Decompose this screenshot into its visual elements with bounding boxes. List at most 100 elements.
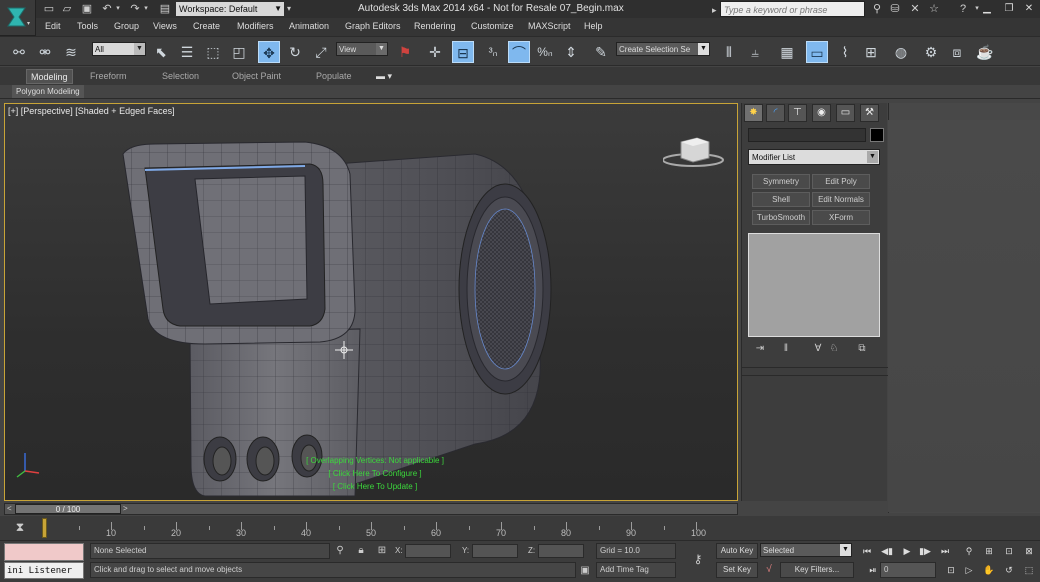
set-key-icon[interactable]: ⚷ [688,552,708,566]
key-filters-button[interactable]: Key Filters... [780,562,854,578]
zoom-all-icon[interactable]: ⊞ [982,544,996,558]
viewport-label[interactable]: [+] [Perspective] [Shaded + Edged Faces] [8,106,175,116]
window-crossing-icon[interactable]: ◰ [228,41,250,63]
default-tangent-icon[interactable]: √ [762,563,776,577]
auto-key-button[interactable]: Auto Key [716,543,758,559]
edit-named-selection-icon[interactable]: ✎ [590,41,612,63]
absolute-mode-icon[interactable]: ⊞ [375,544,389,558]
restore-icon[interactable]: ❐ [1002,2,1016,16]
render-production-icon[interactable]: ☕ [974,41,996,63]
hierarchy-tab-icon[interactable]: ⊤ [788,104,807,122]
symmetry-button[interactable]: Symmetry [752,174,810,189]
percent-snap-icon[interactable]: %ₙ [534,41,556,63]
project-folder-icon[interactable]: ▤ [158,2,172,16]
selection-lock-icon[interactable]: 🔒︎ [354,544,368,558]
maximize-viewport-icon[interactable]: ⬚ [1022,563,1036,577]
prev-frame-arrow-icon[interactable]: < [7,504,12,514]
ribbon-options-icon[interactable]: ▬ ▾ [376,69,392,84]
material-editor-icon[interactable]: ◍ [890,41,912,63]
maxscript-listener-input[interactable] [4,543,84,561]
search-expand-icon[interactable]: ▸ [712,2,717,18]
tab-modeling[interactable]: Modeling [26,69,73,84]
render-setup-icon[interactable]: ⚙ [920,41,942,63]
current-frame-field[interactable]: 0 [880,562,936,578]
y-coordinate-field[interactable] [472,544,518,558]
redo-icon[interactable]: ↷ [128,2,142,16]
schematic-view-icon[interactable]: ⊞ [860,41,882,63]
pivot-center-icon[interactable]: ⚑ [394,41,416,63]
align-icon[interactable]: ⫨ [744,41,766,63]
bind-to-space-warp-icon[interactable]: ≋ [60,41,82,63]
application-button[interactable] [0,0,36,36]
curve-editor-icon[interactable]: ⌇ [834,41,856,63]
selection-filter-dropdown[interactable]: All ▼ [92,42,146,56]
keyboard-shortcut-override-icon[interactable]: ⊟ [452,41,474,63]
key-mode-icon[interactable]: ⏯ [866,563,880,577]
select-and-rotate-icon[interactable]: ↻ [284,41,306,63]
tab-object-paint[interactable]: Object Paint [232,69,281,84]
select-and-move-icon[interactable]: ✥ [258,41,280,63]
minimize-icon[interactable]: ▁ [980,2,994,16]
undo-dropdown-icon[interactable]: ▾ [114,2,122,16]
previous-frame-icon[interactable]: ◀▮ [880,544,894,558]
menu-tools[interactable]: Tools [77,21,98,31]
time-slider[interactable]: < 0 / 100 > [4,503,738,515]
time-slider-thumb[interactable]: 0 / 100 [15,504,121,514]
modifier-stack[interactable] [748,233,880,337]
field-of-view-icon[interactable]: ▷ [962,563,976,577]
menu-edit[interactable]: Edit [45,21,61,31]
rendered-frame-window-icon[interactable]: ⧈ [946,41,968,63]
reference-coordinate-dropdown[interactable]: View ▼ [336,42,388,56]
angle-snap-icon[interactable]: ⌒ [508,41,530,63]
menu-views[interactable]: Views [153,21,177,31]
spinner-snap-icon[interactable]: ⇕ [560,41,582,63]
curve-editor-mini-icon[interactable]: ⧗ [10,520,30,536]
graphite-toolbar-icon[interactable]: ▭ [806,41,828,63]
redo-dropdown-icon[interactable]: ▾ [142,2,150,16]
named-selection-set-dropdown[interactable]: Create Selection Se ▼ [616,42,710,56]
menu-group[interactable]: Group [114,21,139,31]
frame-ruler[interactable]: 10 20 30 40 50 60 70 80 90 100 [42,516,738,540]
select-manipulate-icon[interactable]: ✛ [424,41,446,63]
motion-tab-icon[interactable]: ◉ [812,104,831,122]
modify-tab-icon[interactable]: ◜ [766,104,785,122]
object-color-swatch[interactable] [870,128,884,142]
orbit-icon[interactable]: ↺ [1002,563,1016,577]
menu-help[interactable]: Help [584,21,603,31]
shell-button[interactable]: Shell [752,192,810,207]
save-file-icon[interactable]: ▣ [80,2,94,16]
select-and-link-icon[interactable]: ⚯ [8,41,30,63]
utilities-tab-icon[interactable]: ⚒ [860,104,879,122]
open-file-icon[interactable]: ▱ [60,2,74,16]
help-icon[interactable]: ? [956,2,970,16]
key-selection-dropdown[interactable]: Selected ▼ [760,543,852,557]
xform-button[interactable]: XForm [812,210,870,225]
select-by-name-icon[interactable]: ☰ [176,41,198,63]
isolate-icon[interactable]: ⚲ [333,544,347,558]
menu-animation[interactable]: Animation [289,21,329,31]
configure-modifier-sets-icon[interactable]: ⧉ [854,343,870,354]
mirror-icon[interactable]: ⫴ [718,41,740,63]
go-to-start-icon[interactable]: ⏮ [860,544,874,558]
tab-selection[interactable]: Selection [162,69,199,84]
favorites-star-icon[interactable]: ☆ [927,2,941,16]
add-time-tag-button[interactable]: Add Time Tag [596,562,676,578]
make-unique-icon[interactable]: ∀ [810,343,826,354]
zoom-extents-icon[interactable]: ⊡ [1002,544,1016,558]
turbosmooth-button[interactable]: TurboSmooth [752,210,810,225]
menu-modifiers[interactable]: Modifiers [237,21,274,31]
menu-customize[interactable]: Customize [471,21,514,31]
display-tab-icon[interactable]: ▭ [836,104,855,122]
zoom-extents-all-icon[interactable]: ⊠ [1022,544,1036,558]
next-frame-arrow-icon[interactable]: > [123,504,128,514]
tab-populate[interactable]: Populate [316,69,352,84]
go-to-end-icon[interactable]: ⏭ [938,544,952,558]
undo-icon[interactable]: ↶ [100,2,114,16]
z-coordinate-field[interactable] [538,544,584,558]
unlink-selection-icon[interactable]: ⚮ [34,41,56,63]
new-file-icon[interactable]: ▭ [42,2,56,16]
set-key-button[interactable]: Set Key [716,562,758,578]
menu-create[interactable]: Create [193,21,220,31]
object-name-field[interactable] [748,128,866,142]
workspace-dropdown[interactable]: Workspace: Default ▼ [176,2,284,16]
